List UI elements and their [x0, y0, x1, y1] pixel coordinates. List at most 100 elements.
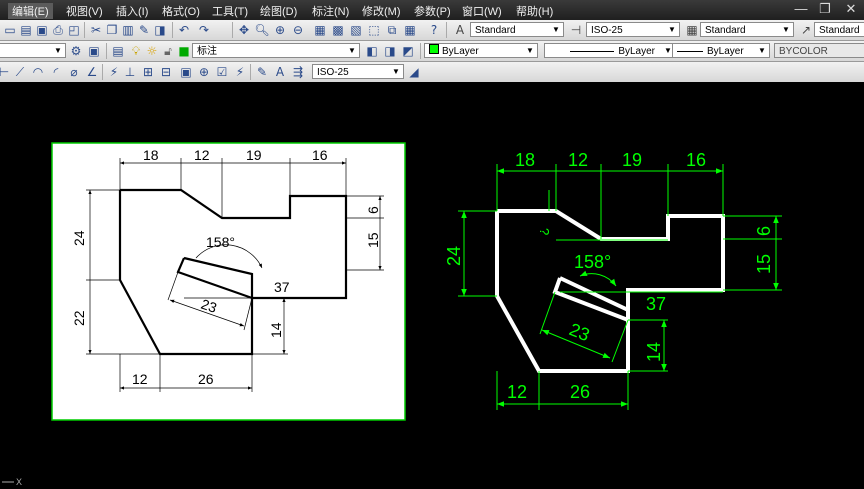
- design-center-icon[interactable]: ▩: [330, 22, 346, 38]
- chevron-down-icon: ▼: [348, 46, 356, 55]
- quickcalc-icon[interactable]: ▦: [402, 22, 418, 38]
- sheet-set-icon[interactable]: ⬚: [366, 22, 382, 38]
- zoom-realtime-icon[interactable]: 🔍︎: [254, 22, 270, 38]
- chevron-down-icon: ▼: [758, 46, 766, 55]
- sun-icon[interactable]: ☼: [144, 43, 160, 59]
- text-style-icon: A: [455, 23, 465, 37]
- zoom-window-icon[interactable]: ⊕: [272, 22, 288, 38]
- separator: [420, 43, 421, 59]
- zoom-previous-icon[interactable]: ⊖: [290, 22, 306, 38]
- block-editor-icon[interactable]: ◨: [152, 22, 168, 38]
- layer-select[interactable]: 标注 ▼: [192, 43, 360, 58]
- make-current-icon[interactable]: ◧: [364, 43, 380, 59]
- arc-length-icon[interactable]: ◠: [30, 64, 46, 80]
- diameter-dim-icon[interactable]: ⌀: [66, 64, 82, 80]
- radius-dim-icon[interactable]: ◜: [48, 64, 64, 80]
- inspection-icon[interactable]: ☑: [214, 64, 230, 80]
- menu-dimension[interactable]: 标注(N): [312, 3, 349, 19]
- separator: [102, 64, 103, 80]
- menu-view[interactable]: 视图(V): [66, 3, 103, 19]
- dim-style-select-2[interactable]: ISO-25 ▼: [312, 64, 404, 79]
- color-swatch: [429, 44, 439, 54]
- continue-dim-icon[interactable]: ⊞: [140, 64, 156, 80]
- redo-icon[interactable]: ↷: [196, 22, 212, 38]
- pan-icon[interactable]: ✥: [236, 22, 252, 38]
- linear-dim-icon[interactable]: ⊢: [0, 64, 12, 80]
- dim-style-select[interactable]: ISO-25 ▼: [586, 22, 680, 37]
- match-properties-icon[interactable]: ✎: [136, 22, 152, 38]
- separator: [232, 22, 233, 38]
- minimize-button[interactable]: —: [790, 1, 812, 17]
- workspace-select[interactable]: ▼: [0, 43, 66, 58]
- restore-button[interactable]: ❐: [814, 1, 836, 17]
- cut-icon[interactable]: ✂: [88, 22, 104, 38]
- layer-color-icon[interactable]: ■: [176, 43, 192, 59]
- text-style-select[interactable]: Standard ▼: [470, 22, 564, 37]
- dim-text: 19: [622, 150, 642, 170]
- aligned-dim-icon[interactable]: ⟋: [12, 64, 28, 80]
- right-slot-outline[interactable]: [552, 276, 630, 323]
- dim-text: 12: [194, 147, 210, 163]
- dim-text: 16: [686, 150, 706, 170]
- workspace-settings-icon[interactable]: ⚙: [68, 43, 84, 59]
- baseline-dim-icon[interactable]: ⊥: [122, 64, 138, 80]
- chevron-down-icon: ▼: [668, 25, 676, 34]
- dim-style-manager-icon[interactable]: ◢: [406, 64, 422, 80]
- menu-window[interactable]: 窗口(W): [462, 3, 502, 19]
- quick-dim-icon[interactable]: ⚡︎: [106, 64, 122, 80]
- menu-draw[interactable]: 绘图(D): [260, 3, 297, 19]
- chevron-down-icon: ▼: [392, 67, 400, 76]
- tool-palettes-icon[interactable]: ▧: [348, 22, 364, 38]
- dim-text-edit-icon[interactable]: A: [272, 64, 288, 80]
- paste-icon[interactable]: ▥: [120, 22, 136, 38]
- layer-previous-icon[interactable]: ◨: [382, 43, 398, 59]
- jogged-linear-icon[interactable]: ⚡︎: [232, 64, 248, 80]
- center-mark-icon[interactable]: ⊕: [196, 64, 212, 80]
- tolerance-icon[interactable]: ▣: [178, 64, 194, 80]
- open-file-icon[interactable]: ▤: [18, 22, 34, 38]
- layer-state-icon[interactable]: ◩: [400, 43, 416, 59]
- dim-space-icon[interactable]: ⊟: [158, 64, 174, 80]
- lock-icon[interactable]: 🔓︎: [160, 43, 176, 59]
- table-style-select[interactable]: Standard ▼: [700, 22, 794, 37]
- dim-text: 12: [568, 150, 588, 170]
- copy-icon[interactable]: ❐: [104, 22, 120, 38]
- menu-format[interactable]: 格式(O): [162, 3, 200, 19]
- menu-edit[interactable]: 编辑(E): [8, 3, 53, 19]
- print-icon[interactable]: ⎙: [50, 22, 66, 38]
- dim-edit-icon[interactable]: ✎: [254, 64, 270, 80]
- menu-insert[interactable]: 插入(I): [116, 3, 148, 19]
- layer-manager-icon[interactable]: ▣: [86, 43, 102, 59]
- lightbulb-icon[interactable]: 💡︎: [128, 43, 144, 59]
- reference-image-viewport[interactable]: 18 12 19 16 24 22 6 15 158° 23 37 14 12 …: [51, 142, 406, 421]
- angular-dim-icon[interactable]: ∠: [84, 64, 100, 80]
- menu-help[interactable]: 帮助(H): [516, 3, 553, 19]
- dim-text: 14: [268, 322, 284, 338]
- print-preview-icon[interactable]: ◰: [66, 22, 82, 38]
- properties-icon[interactable]: ▦: [312, 22, 328, 38]
- color-select[interactable]: ByLayer ▼: [424, 43, 538, 58]
- linetype-select[interactable]: ByLayer ▼: [544, 43, 676, 58]
- right-part-outline[interactable]: [495, 209, 725, 373]
- close-button[interactable]: ✕: [840, 1, 862, 17]
- cad-drawing[interactable]: 18 12 19 16 24 6 15 158° ? 23 37 14 12 2…: [444, 150, 782, 410]
- lineweight-select[interactable]: ByLayer ▼: [672, 43, 770, 58]
- chevron-down-icon: ▼: [54, 46, 62, 55]
- help-icon[interactable]: ?: [426, 22, 442, 38]
- chevron-down-icon: ▼: [526, 46, 534, 55]
- dim-update-icon[interactable]: ⇶: [290, 64, 306, 80]
- undo-icon[interactable]: ↶: [176, 22, 192, 38]
- multileader-style-select[interactable]: Standard: [814, 22, 864, 37]
- layer-properties-icon[interactable]: ▤: [110, 43, 126, 59]
- menu-tools[interactable]: 工具(T): [212, 3, 248, 19]
- markup-icon[interactable]: ⧉: [384, 22, 400, 38]
- save-icon[interactable]: ▣: [34, 22, 50, 38]
- separator: [172, 22, 173, 38]
- plotstyle-select[interactable]: BYCOLOR: [774, 43, 864, 58]
- menu-modify[interactable]: 修改(M): [362, 3, 401, 19]
- viewport-frame: [51, 142, 406, 421]
- new-file-icon[interactable]: ▭: [2, 22, 18, 38]
- dim-text: 14: [644, 342, 664, 362]
- menu-parameter[interactable]: 参数(P): [414, 3, 451, 19]
- drawing-canvas[interactable]: 18 12 19 16 24 22 6 15 158° 23 37 14 12 …: [0, 82, 864, 487]
